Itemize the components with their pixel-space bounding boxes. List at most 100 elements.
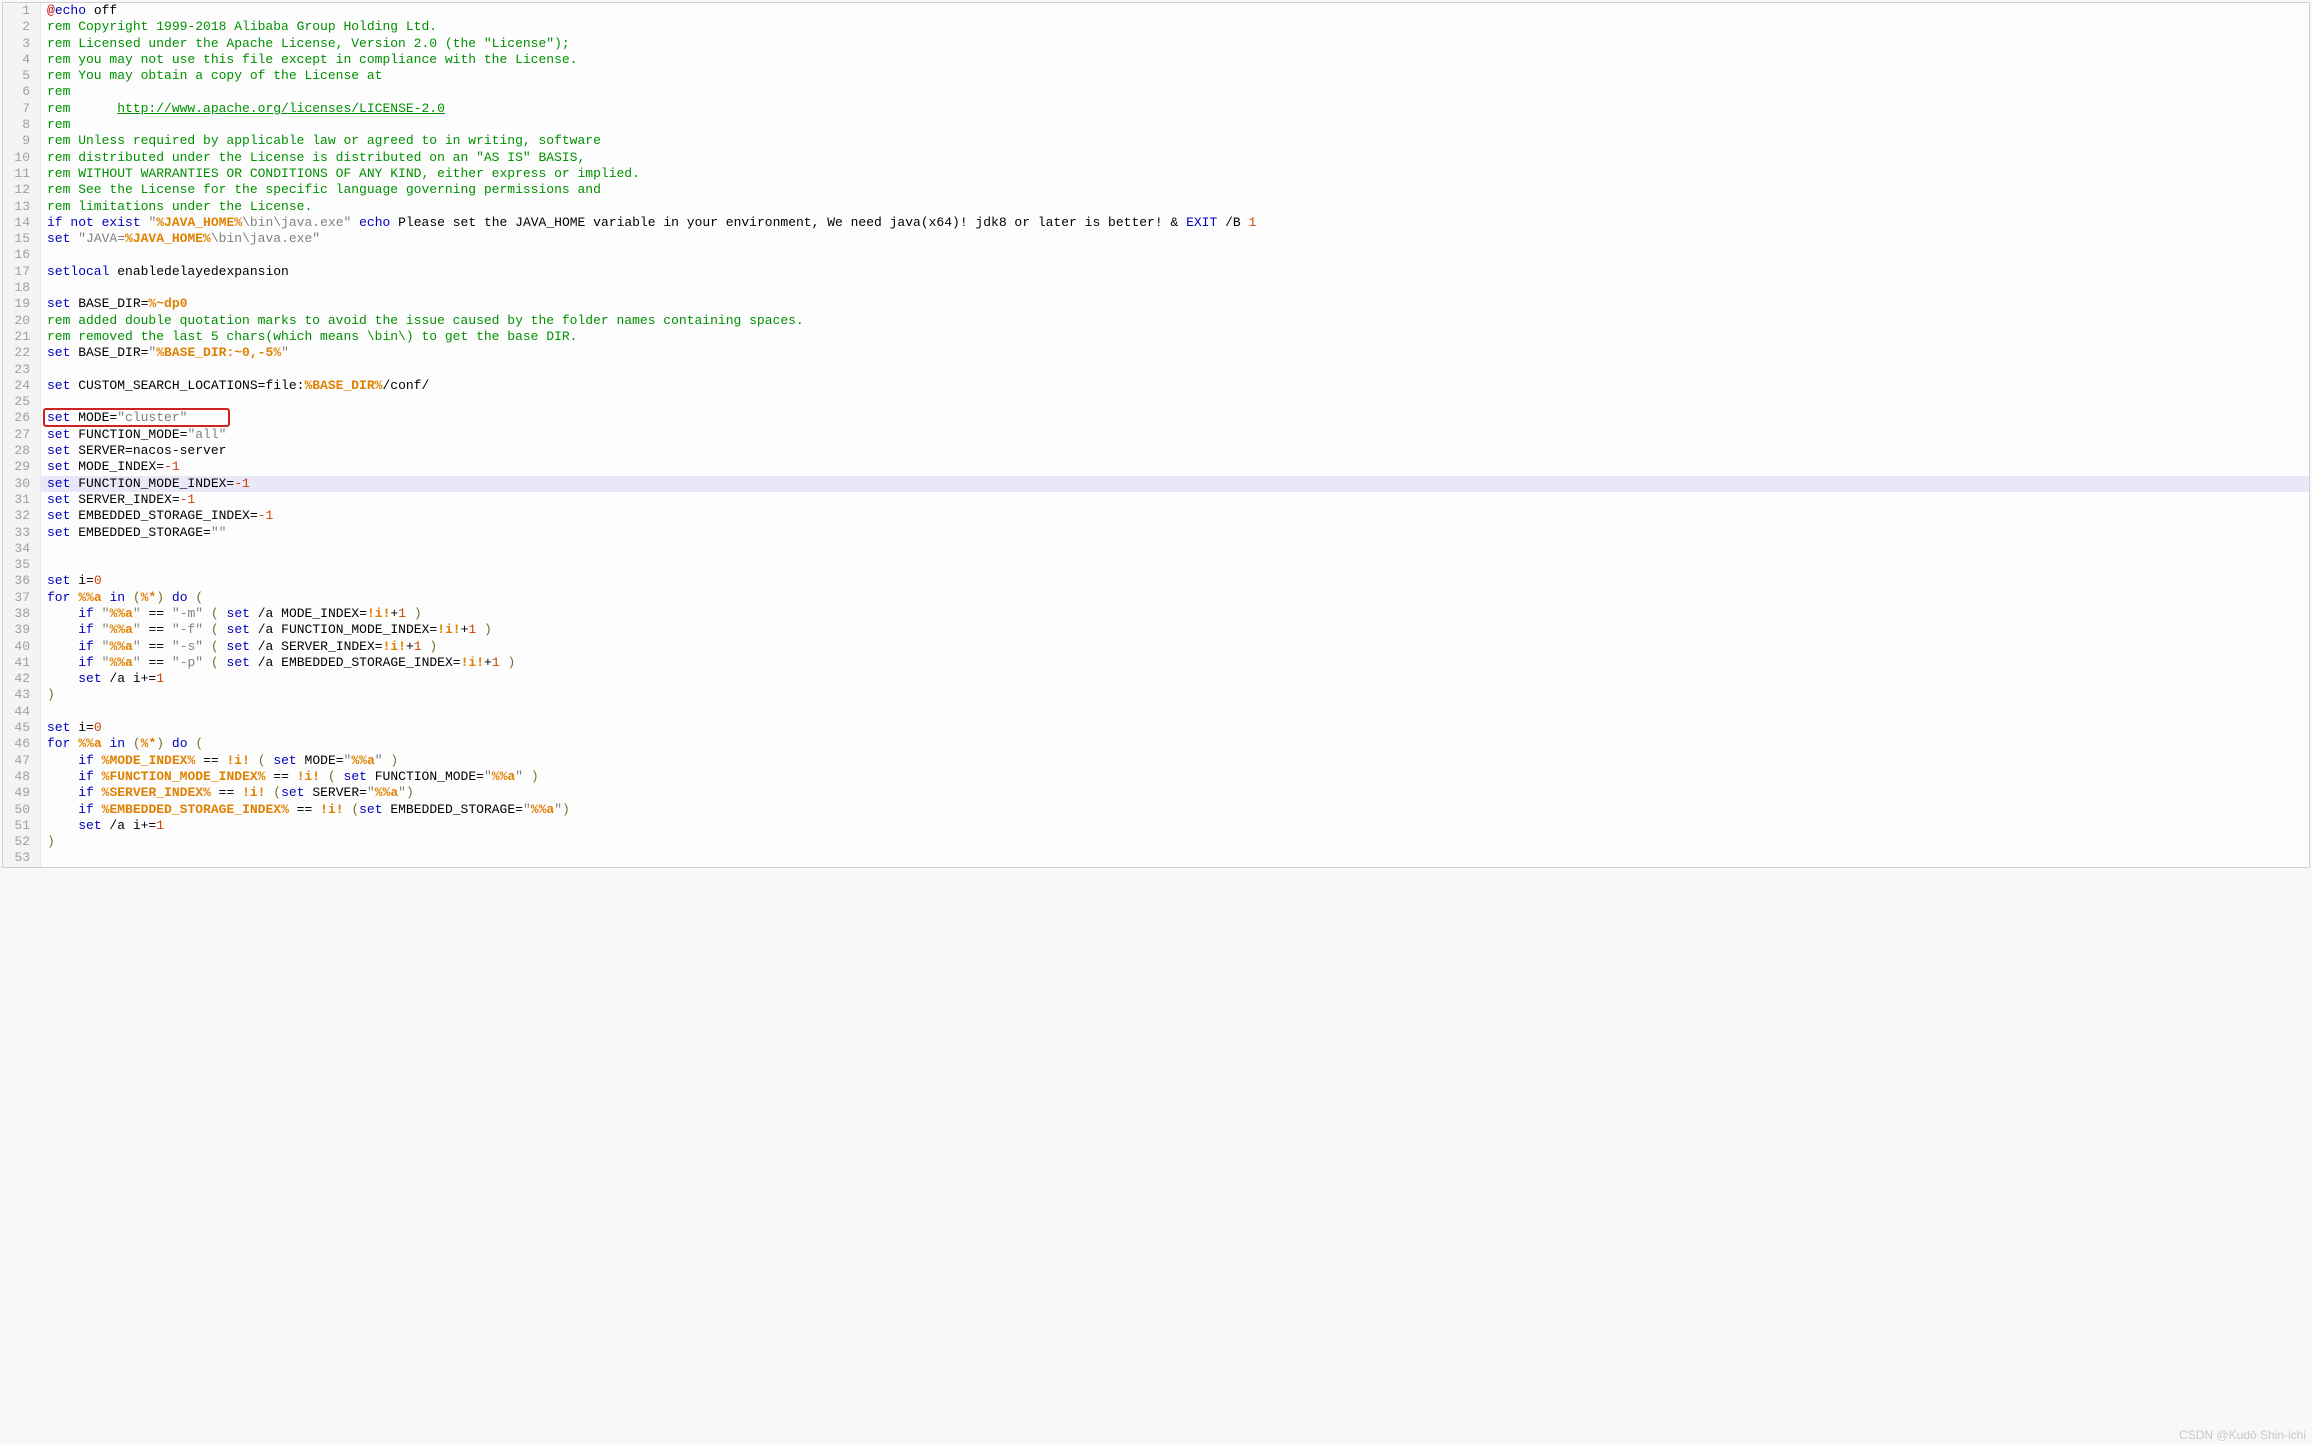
code-line[interactable]: 45set i=0: [3, 720, 2309, 736]
code-line[interactable]: 52): [3, 834, 2309, 850]
code-line[interactable]: 42 set /a i+=1: [3, 671, 2309, 687]
code-line[interactable]: 38 if "%%a" == "-m" ( set /a MODE_INDEX=…: [3, 606, 2309, 622]
code-line[interactable]: 5rem You may obtain a copy of the Licens…: [3, 68, 2309, 84]
code-content[interactable]: rem Licensed under the Apache License, V…: [41, 36, 2309, 52]
line-number: 37: [3, 590, 41, 606]
code-line[interactable]: 48 if %FUNCTION_MODE_INDEX% == !i! ( set…: [3, 769, 2309, 785]
code-line[interactable]: 3rem Licensed under the Apache License, …: [3, 36, 2309, 52]
code-content[interactable]: rem Unless required by applicable law or…: [41, 133, 2309, 149]
code-line[interactable]: 37for %%a in (%*) do (: [3, 590, 2309, 606]
code-content[interactable]: rem limitations under the License.: [41, 199, 2309, 215]
code-content[interactable]: set i=0: [41, 720, 2309, 736]
code-line[interactable]: 11rem WITHOUT WARRANTIES OR CONDITIONS O…: [3, 166, 2309, 182]
code-line[interactable]: 7rem http://www.apache.org/licenses/LICE…: [3, 101, 2309, 117]
code-line[interactable]: 40 if "%%a" == "-s" ( set /a SERVER_INDE…: [3, 639, 2309, 655]
code-content[interactable]: rem removed the last 5 chars(which means…: [41, 329, 2309, 345]
code-content[interactable]: set EMBEDDED_STORAGE_INDEX=-1: [41, 508, 2309, 524]
code-line[interactable]: 50 if %EMBEDDED_STORAGE_INDEX% == !i! (s…: [3, 802, 2309, 818]
code-line[interactable]: 44: [3, 704, 2309, 720]
code-content[interactable]: set SERVER_INDEX=-1: [41, 492, 2309, 508]
code-line[interactable]: 46for %%a in (%*) do (: [3, 736, 2309, 752]
code-line[interactable]: 35: [3, 557, 2309, 573]
code-content[interactable]: set /a i+=1: [41, 818, 2309, 834]
code-line[interactable]: 30set FUNCTION_MODE_INDEX=-1: [3, 476, 2309, 492]
code-line[interactable]: 10rem distributed under the License is d…: [3, 150, 2309, 166]
code-content[interactable]: rem http://www.apache.org/licenses/LICEN…: [41, 101, 2309, 117]
code-line[interactable]: 20rem added double quotation marks to av…: [3, 313, 2309, 329]
code-line[interactable]: 19set BASE_DIR=%~dp0: [3, 296, 2309, 312]
code-line[interactable]: 23: [3, 362, 2309, 378]
code-content[interactable]: set /a i+=1: [41, 671, 2309, 687]
code-content[interactable]: rem: [41, 117, 2309, 133]
code-content[interactable]: rem Copyright 1999-2018 Alibaba Group Ho…: [41, 19, 2309, 35]
code-content[interactable]: if %FUNCTION_MODE_INDEX% == !i! ( set FU…: [41, 769, 2309, 785]
code-content[interactable]: set FUNCTION_MODE_INDEX=-1: [41, 476, 2309, 492]
code-line[interactable]: 16: [3, 247, 2309, 263]
code-line[interactable]: 32set EMBEDDED_STORAGE_INDEX=-1: [3, 508, 2309, 524]
code-content[interactable]: set FUNCTION_MODE="all": [41, 427, 2309, 443]
code-content[interactable]: ): [41, 687, 2309, 703]
code-line[interactable]: 49 if %SERVER_INDEX% == !i! (set SERVER=…: [3, 785, 2309, 801]
code-content[interactable]: for %%a in (%*) do (: [41, 590, 2309, 606]
code-content[interactable]: set MODE_INDEX=-1: [41, 459, 2309, 475]
code-content[interactable]: @echo off: [41, 3, 2309, 19]
code-content[interactable]: if not exist "%JAVA_HOME%\bin\java.exe" …: [41, 215, 2309, 231]
code-line[interactable]: 39 if "%%a" == "-f" ( set /a FUNCTION_MO…: [3, 622, 2309, 638]
code-content[interactable]: setlocal enabledelayedexpansion: [41, 264, 2309, 280]
code-line[interactable]: 33set EMBEDDED_STORAGE="": [3, 525, 2309, 541]
code-content[interactable]: rem distributed under the License is dis…: [41, 150, 2309, 166]
code-content[interactable]: if "%%a" == "-s" ( set /a SERVER_INDEX=!…: [41, 639, 2309, 655]
code-content[interactable]: rem added double quotation marks to avoi…: [41, 313, 2309, 329]
code-content[interactable]: if %MODE_INDEX% == !i! ( set MODE="%%a" …: [41, 753, 2309, 769]
code-content[interactable]: set SERVER=nacos-server: [41, 443, 2309, 459]
code-line[interactable]: 51 set /a i+=1: [3, 818, 2309, 834]
code-content[interactable]: rem you may not use this file except in …: [41, 52, 2309, 68]
code-line[interactable]: 27set FUNCTION_MODE="all": [3, 427, 2309, 443]
code-line[interactable]: 29set MODE_INDEX=-1: [3, 459, 2309, 475]
code-content[interactable]: set MODE="cluster": [41, 410, 2309, 426]
code-line[interactable]: 21rem removed the last 5 chars(which mea…: [3, 329, 2309, 345]
code-content[interactable]: if "%%a" == "-p" ( set /a EMBEDDED_STORA…: [41, 655, 2309, 671]
code-line[interactable]: 25: [3, 394, 2309, 410]
code-content[interactable]: for %%a in (%*) do (: [41, 736, 2309, 752]
code-editor[interactable]: 1@echo off2rem Copyright 1999-2018 Aliba…: [2, 2, 2310, 868]
code-line[interactable]: 43): [3, 687, 2309, 703]
code-line[interactable]: 36set i=0: [3, 573, 2309, 589]
code-content[interactable]: if "%%a" == "-m" ( set /a MODE_INDEX=!i!…: [41, 606, 2309, 622]
code-content[interactable]: ): [41, 834, 2309, 850]
code-line[interactable]: 24set CUSTOM_SEARCH_LOCATIONS=file:%BASE…: [3, 378, 2309, 394]
code-content[interactable]: set EMBEDDED_STORAGE="": [41, 525, 2309, 541]
code-content[interactable]: rem WITHOUT WARRANTIES OR CONDITIONS OF …: [41, 166, 2309, 182]
code-line[interactable]: 31set SERVER_INDEX=-1: [3, 492, 2309, 508]
code-content[interactable]: rem See the License for the specific lan…: [41, 182, 2309, 198]
code-line[interactable]: 4rem you may not use this file except in…: [3, 52, 2309, 68]
code-line[interactable]: 22set BASE_DIR="%BASE_DIR:~0,-5%": [3, 345, 2309, 361]
code-line[interactable]: 14if not exist "%JAVA_HOME%\bin\java.exe…: [3, 215, 2309, 231]
code-line[interactable]: 47 if %MODE_INDEX% == !i! ( set MODE="%%…: [3, 753, 2309, 769]
code-line[interactable]: 9rem Unless required by applicable law o…: [3, 133, 2309, 149]
code-line[interactable]: 18: [3, 280, 2309, 296]
code-content[interactable]: set CUSTOM_SEARCH_LOCATIONS=file:%BASE_D…: [41, 378, 2309, 394]
code-line[interactable]: 17setlocal enabledelayedexpansion: [3, 264, 2309, 280]
code-line[interactable]: 2rem Copyright 1999-2018 Alibaba Group H…: [3, 19, 2309, 35]
code-line[interactable]: 13rem limitations under the License.: [3, 199, 2309, 215]
code-content[interactable]: rem: [41, 84, 2309, 100]
code-line[interactable]: 6rem: [3, 84, 2309, 100]
code-line[interactable]: 34: [3, 541, 2309, 557]
code-content[interactable]: if "%%a" == "-f" ( set /a FUNCTION_MODE_…: [41, 622, 2309, 638]
code-line[interactable]: 26set MODE="cluster": [3, 410, 2309, 426]
code-content[interactable]: set BASE_DIR=%~dp0: [41, 296, 2309, 312]
code-line[interactable]: 15set "JAVA=%JAVA_HOME%\bin\java.exe": [3, 231, 2309, 247]
code-line[interactable]: 28set SERVER=nacos-server: [3, 443, 2309, 459]
code-line[interactable]: 12rem See the License for the specific l…: [3, 182, 2309, 198]
code-content[interactable]: rem You may obtain a copy of the License…: [41, 68, 2309, 84]
code-line[interactable]: 53: [3, 850, 2309, 866]
code-content[interactable]: set BASE_DIR="%BASE_DIR:~0,-5%": [41, 345, 2309, 361]
code-content[interactable]: set i=0: [41, 573, 2309, 589]
code-content[interactable]: set "JAVA=%JAVA_HOME%\bin\java.exe": [41, 231, 2309, 247]
code-content[interactable]: if %SERVER_INDEX% == !i! (set SERVER="%%…: [41, 785, 2309, 801]
code-line[interactable]: 1@echo off: [3, 3, 2309, 19]
code-line[interactable]: 8rem: [3, 117, 2309, 133]
code-content[interactable]: if %EMBEDDED_STORAGE_INDEX% == !i! (set …: [41, 802, 2309, 818]
code-line[interactable]: 41 if "%%a" == "-p" ( set /a EMBEDDED_ST…: [3, 655, 2309, 671]
